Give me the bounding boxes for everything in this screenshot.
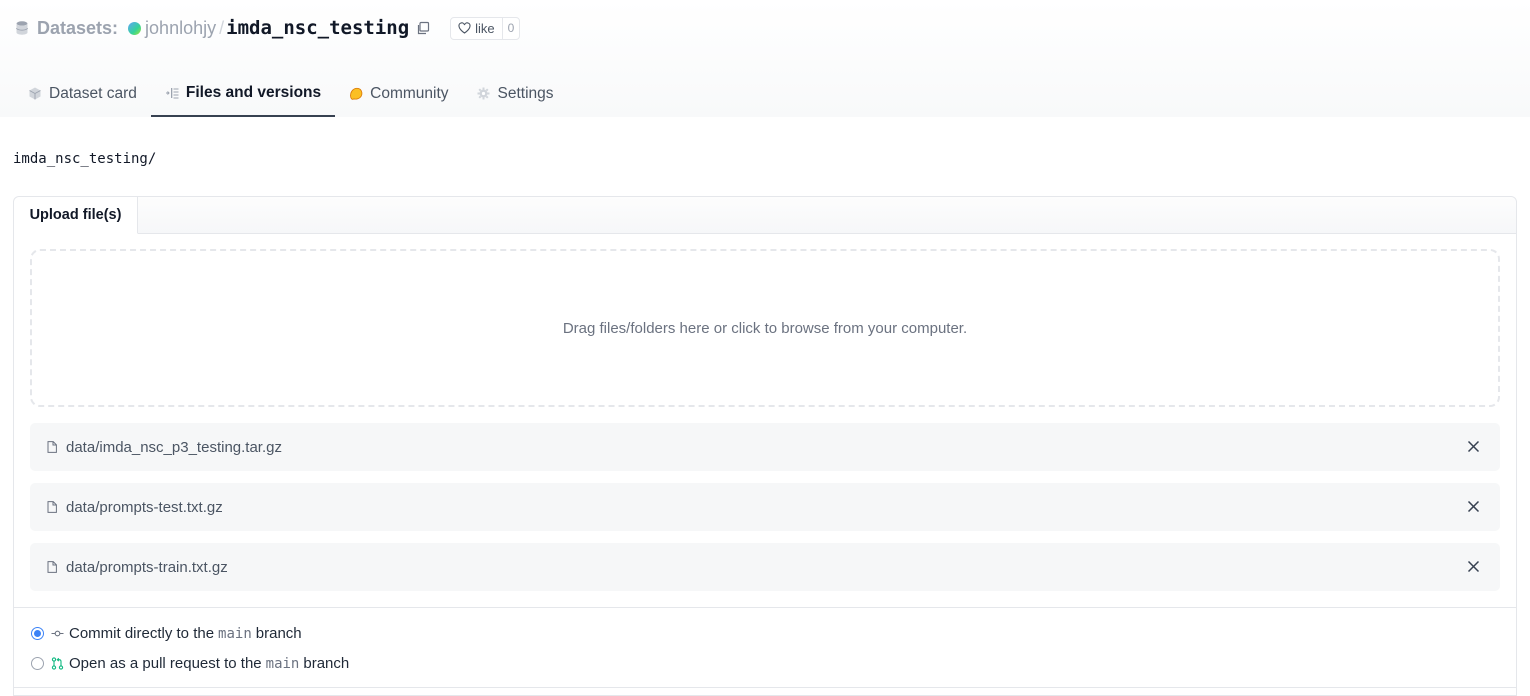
close-icon[interactable] xyxy=(1467,440,1480,453)
file-icon xyxy=(47,501,57,513)
gear-icon xyxy=(477,87,491,101)
branch-suffix: branch xyxy=(255,625,302,642)
tab-label: Dataset card xyxy=(49,84,137,102)
commit-direct-radio[interactable] xyxy=(31,627,44,640)
community-icon xyxy=(349,87,363,101)
path-separator: / xyxy=(219,17,225,38)
close-icon[interactable] xyxy=(1467,500,1480,513)
tab-upload-files[interactable]: Upload file(s) xyxy=(14,197,138,234)
file-name: data/imda_nsc_p3_testing.tar.gz xyxy=(66,438,282,456)
owner-link[interactable]: johnlohjy xyxy=(145,18,216,39)
branch-name: main xyxy=(218,625,252,642)
like-button-main[interactable]: like xyxy=(451,18,502,39)
repo-tabs: Dataset card Files and versions Communit… xyxy=(14,70,568,117)
current-path: imda_nsc_testing/ xyxy=(13,151,157,167)
file-dropzone[interactable]: Drag files/folders here or click to brow… xyxy=(30,249,1500,407)
tab-community[interactable]: Community xyxy=(335,70,462,117)
upload-panel: Upload file(s) Drag files/folders here o… xyxy=(13,196,1517,696)
tab-files-and-versions[interactable]: Files and versions xyxy=(150,70,336,117)
commit-options: Commit directly to the main branch Open … xyxy=(14,607,1516,687)
file-list-item: data/prompts-train.txt.gz xyxy=(30,543,1500,591)
repo-title-row: Datasets: johnlohjy / imda_nsc_testing l… xyxy=(16,14,521,42)
tab-label: Settings xyxy=(497,84,554,102)
repo-header: Datasets: johnlohjy / imda_nsc_testing l… xyxy=(0,0,1530,117)
database-icon xyxy=(16,21,28,35)
upload-panel-tabs: Upload file(s) xyxy=(14,197,1516,234)
pull-request-radio[interactable] xyxy=(31,657,44,670)
file-icon xyxy=(47,561,57,573)
owner-avatar xyxy=(128,21,142,35)
pull-request-label: Open as a pull request to the xyxy=(69,655,262,672)
pull-request-icon xyxy=(51,657,64,670)
commit-direct-label: Commit directly to the xyxy=(69,625,215,642)
commit-direct-option[interactable]: Commit directly to the main branch xyxy=(31,625,302,642)
tab-settings[interactable]: Settings xyxy=(463,70,568,117)
heart-icon xyxy=(458,22,471,34)
branch-name: main xyxy=(265,655,300,672)
file-list-item: data/prompts-test.txt.gz xyxy=(30,483,1500,531)
file-icon xyxy=(47,441,57,453)
branch-suffix: branch xyxy=(303,655,350,672)
tab-dataset-card[interactable]: Dataset card xyxy=(14,70,151,117)
like-label: like xyxy=(475,20,495,36)
pull-request-option[interactable]: Open as a pull request to the main branc… xyxy=(31,655,349,672)
dataset-card-icon xyxy=(28,87,42,101)
tab-label: Files and versions xyxy=(185,83,322,101)
like-button[interactable]: like 0 xyxy=(450,16,521,40)
file-name: data/prompts-train.txt.gz xyxy=(66,558,228,576)
dropzone-text: Drag files/folders here or click to brow… xyxy=(562,319,968,337)
tab-label: Community xyxy=(370,84,449,102)
like-count[interactable]: 0 xyxy=(501,17,520,39)
section-label[interactable]: Datasets: xyxy=(37,18,118,39)
copy-icon[interactable] xyxy=(416,21,430,35)
divider xyxy=(14,687,1516,688)
file-name: data/prompts-test.txt.gz xyxy=(66,498,223,516)
repo-name[interactable]: imda_nsc_testing xyxy=(226,17,409,39)
files-icon xyxy=(165,86,179,100)
close-icon[interactable] xyxy=(1467,560,1480,573)
file-list-item: data/imda_nsc_p3_testing.tar.gz xyxy=(30,423,1500,471)
commit-icon xyxy=(51,627,64,640)
